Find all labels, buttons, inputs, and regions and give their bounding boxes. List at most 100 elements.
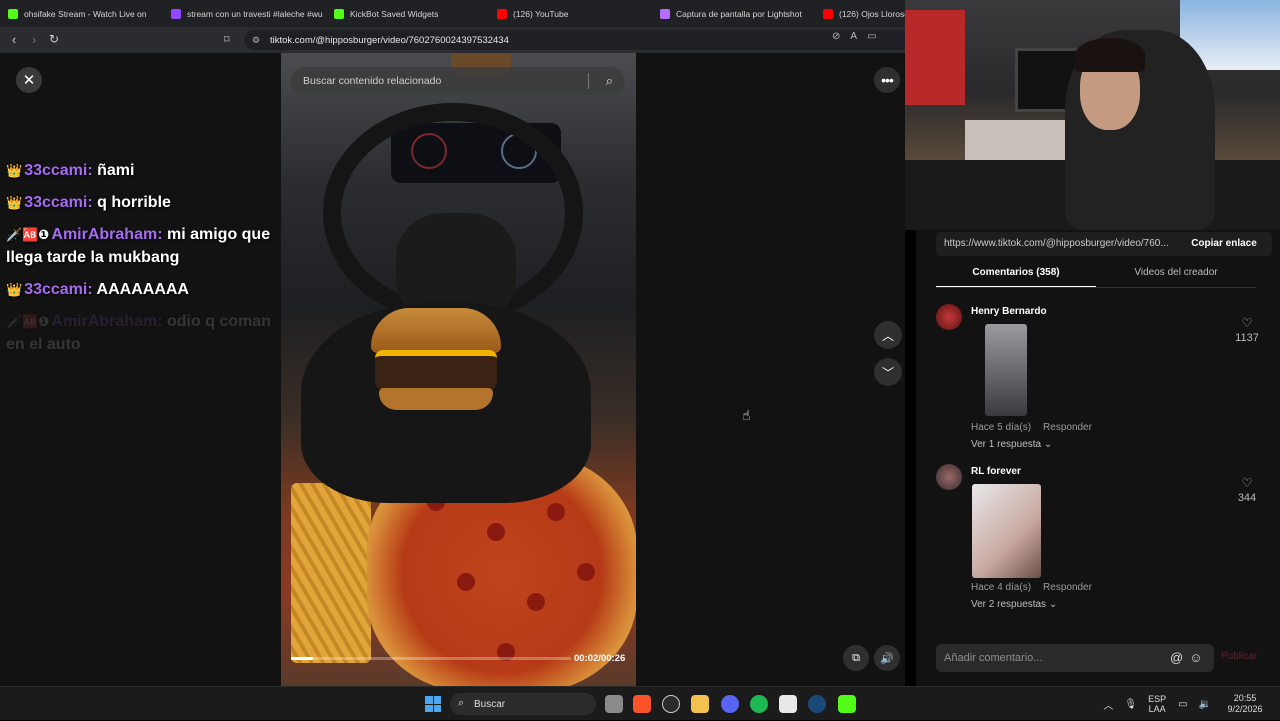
reply-button[interactable]: Responder — [1043, 582, 1092, 593]
obs-icon[interactable] — [779, 695, 797, 713]
clock[interactable]: 20:55 9/2/2026 — [1222, 693, 1268, 715]
crown-badge-icon: 👑 — [6, 282, 23, 297]
kickbot-icon — [334, 8, 344, 19]
subscriber-badges-icon: 🗡️🆎❶ — [6, 227, 50, 242]
panel-tabs: Comentarios (358) Videos del creador — [936, 262, 1256, 288]
next-video-button[interactable]: ﹀ — [874, 358, 902, 386]
floating-player-button[interactable]: ⧉ — [843, 645, 869, 671]
volume-button[interactable]: 🔊 — [874, 645, 900, 671]
steam-icon[interactable] — [808, 695, 826, 713]
comment-image[interactable] — [985, 324, 1027, 416]
heart-icon: ♡ — [1241, 316, 1253, 330]
reload-icon[interactable]: ↻ — [44, 32, 64, 46]
copy-link-button[interactable]: Copiar enlace — [1176, 232, 1272, 256]
previous-video-button[interactable]: ︿ — [874, 321, 902, 349]
site-info-icon[interactable]: ⚙ — [252, 35, 262, 45]
comment-item: Henry Bernardo Hace 5 día(s) Responder Ve… — [936, 304, 1266, 454]
like-button[interactable]: ♡ 1137 — [1232, 316, 1262, 344]
post-comment-button[interactable]: Publicar — [1221, 651, 1257, 662]
bookmark-icon[interactable]: ⌑ — [224, 33, 230, 46]
volume-icon[interactable]: 🔉 — [1199, 699, 1211, 710]
chat-message: 🗡️🆎❶ AmirAbraham: odio q coman en el auto — [6, 310, 276, 356]
like-button[interactable]: ♡ 344 — [1232, 476, 1262, 504]
like-count: 344 — [1237, 492, 1257, 504]
comment-image[interactable] — [972, 484, 1041, 578]
discord-icon[interactable] — [721, 695, 739, 713]
brave-icon[interactable] — [633, 695, 651, 713]
video-progress-bar[interactable] — [291, 657, 571, 660]
kick-icon — [8, 8, 18, 19]
comment-meta: Hace 5 día(s) Responder — [971, 422, 1092, 433]
reply-button[interactable]: Responder — [1043, 422, 1092, 433]
comment-author[interactable]: RL forever — [971, 466, 1021, 477]
browser-tab[interactable]: Captura de pantalla por Lightshot — [652, 0, 815, 27]
share-link-row: https://www.tiktok.com/@hipposburger/vid… — [936, 232, 1272, 256]
like-count: 1137 — [1235, 332, 1259, 344]
video-progress-fill — [291, 657, 313, 660]
share-link[interactable]: https://www.tiktok.com/@hipposburger/vid… — [936, 232, 1176, 256]
wall-poster — [905, 10, 965, 105]
crown-badge-icon: 👑 — [6, 195, 23, 210]
chat-message: 👑 33ccami: ñami — [6, 159, 276, 182]
windows-start-icon[interactable] — [425, 696, 441, 712]
lightshot-icon — [660, 8, 670, 19]
fries — [291, 483, 371, 663]
cast-icon[interactable]: ▭ — [867, 31, 876, 42]
comment-input-actions: @ ☺ — [1170, 650, 1202, 665]
mute-site-icon[interactable]: ⊘ — [832, 31, 840, 42]
spotify-icon[interactable] — [750, 695, 768, 713]
browser-tab[interactable]: (126) YouTube — [489, 0, 652, 27]
view-replies-button[interactable]: Ver 1 respuesta ⌄ — [971, 439, 1052, 450]
forward-icon[interactable]: › — [24, 32, 44, 47]
heart-icon: ♡ — [1241, 476, 1253, 490]
chevron-up-icon[interactable]: ︿ — [1103, 697, 1113, 712]
browser-tab[interactable]: KickBot Saved Widgets — [326, 0, 489, 27]
kick-icon[interactable] — [838, 695, 856, 713]
chatgpt-icon[interactable] — [662, 695, 680, 713]
chat-overlay: 👑 33ccami: ñami 👑 33ccami: q horrible 🗡️🆎❶… — [6, 159, 276, 365]
close-button[interactable]: ✕ — [16, 67, 42, 93]
burger — [371, 308, 501, 418]
network-icon[interactable]: ▭ — [1178, 699, 1187, 710]
comments-panel: https://www.tiktok.com/@hipposburger/vid… — [916, 230, 1280, 686]
translate-icon[interactable]: A — [850, 31, 857, 42]
system-tray: ︿ 🎙 ESP LAA ▭ 🔉 20:55 9/2/2026 — [1103, 687, 1280, 721]
tab-creator-videos[interactable]: Videos del creador — [1096, 262, 1256, 288]
view-replies-button[interactable]: Ver 2 respuestas ⌄ — [971, 599, 1057, 610]
task-view-icon[interactable] — [605, 695, 623, 713]
subscriber-badges-icon: 🗡️🆎❶ — [6, 314, 50, 329]
hand-cursor-icon: ☝ — [742, 407, 751, 423]
back-icon[interactable]: ‹ — [4, 32, 24, 47]
chat-message: 👑 33ccami: AAAAAAAA — [6, 278, 276, 301]
language-indicator[interactable]: ESP LAA — [1148, 694, 1166, 714]
url-field[interactable]: ⚙ tiktok.com/@hipposburger/video/7602760… — [244, 30, 910, 50]
twitch-icon — [171, 8, 181, 19]
youtube-icon — [497, 8, 507, 19]
microphone-icon[interactable]: 🎙 — [1124, 699, 1137, 710]
search-icon[interactable]: ⌕ — [606, 73, 613, 89]
video-timecode: 00:02/00:26 — [574, 653, 626, 664]
emoji-icon[interactable]: ☺ — [1189, 650, 1202, 665]
chat-message: 👑 33ccami: q horrible — [6, 191, 276, 214]
browser-tab[interactable]: ohsifake Stream - Watch Live on — [0, 0, 163, 27]
streamer-hair — [1075, 38, 1145, 72]
mention-icon[interactable]: @ — [1170, 650, 1183, 665]
taskbar: ⌕ Buscar ︿ 🎙 ESP LAA ▭ 🔉 20:55 9/2/2026 — [0, 686, 1280, 720]
webcam-overlay — [905, 0, 1280, 230]
chat-message: 🗡️🆎❶ AmirAbraham: mi amigo que llega tard… — [6, 223, 276, 269]
taskbar-search[interactable]: ⌕ Buscar — [450, 693, 596, 715]
tabs-divider — [936, 287, 1256, 288]
related-search-input[interactable]: Buscar contenido relacionado ⌕ — [291, 67, 625, 95]
tab-comments[interactable]: Comentarios (358) — [936, 262, 1096, 288]
file-explorer-icon[interactable] — [691, 695, 709, 713]
comment-author[interactable]: Henry Bernardo — [971, 306, 1047, 317]
address-bar-actions: ⊘ A ▭ — [832, 31, 877, 42]
more-options-button[interactable]: ••• — [874, 67, 900, 93]
comment-meta: Hace 4 día(s) Responder — [971, 582, 1092, 593]
search-icon: ⌕ — [458, 697, 465, 709]
browser-tab[interactable]: stream con un travesti #laleche #wu — [163, 0, 326, 27]
avatar[interactable] — [936, 464, 962, 490]
comment-item: RL forever Hace 4 día(s) Responder Ver 2 … — [936, 464, 1266, 614]
video-player[interactable]: Buscar contenido relacionado ⌕ 00:02/00:… — [281, 53, 636, 686]
avatar[interactable] — [936, 304, 962, 330]
